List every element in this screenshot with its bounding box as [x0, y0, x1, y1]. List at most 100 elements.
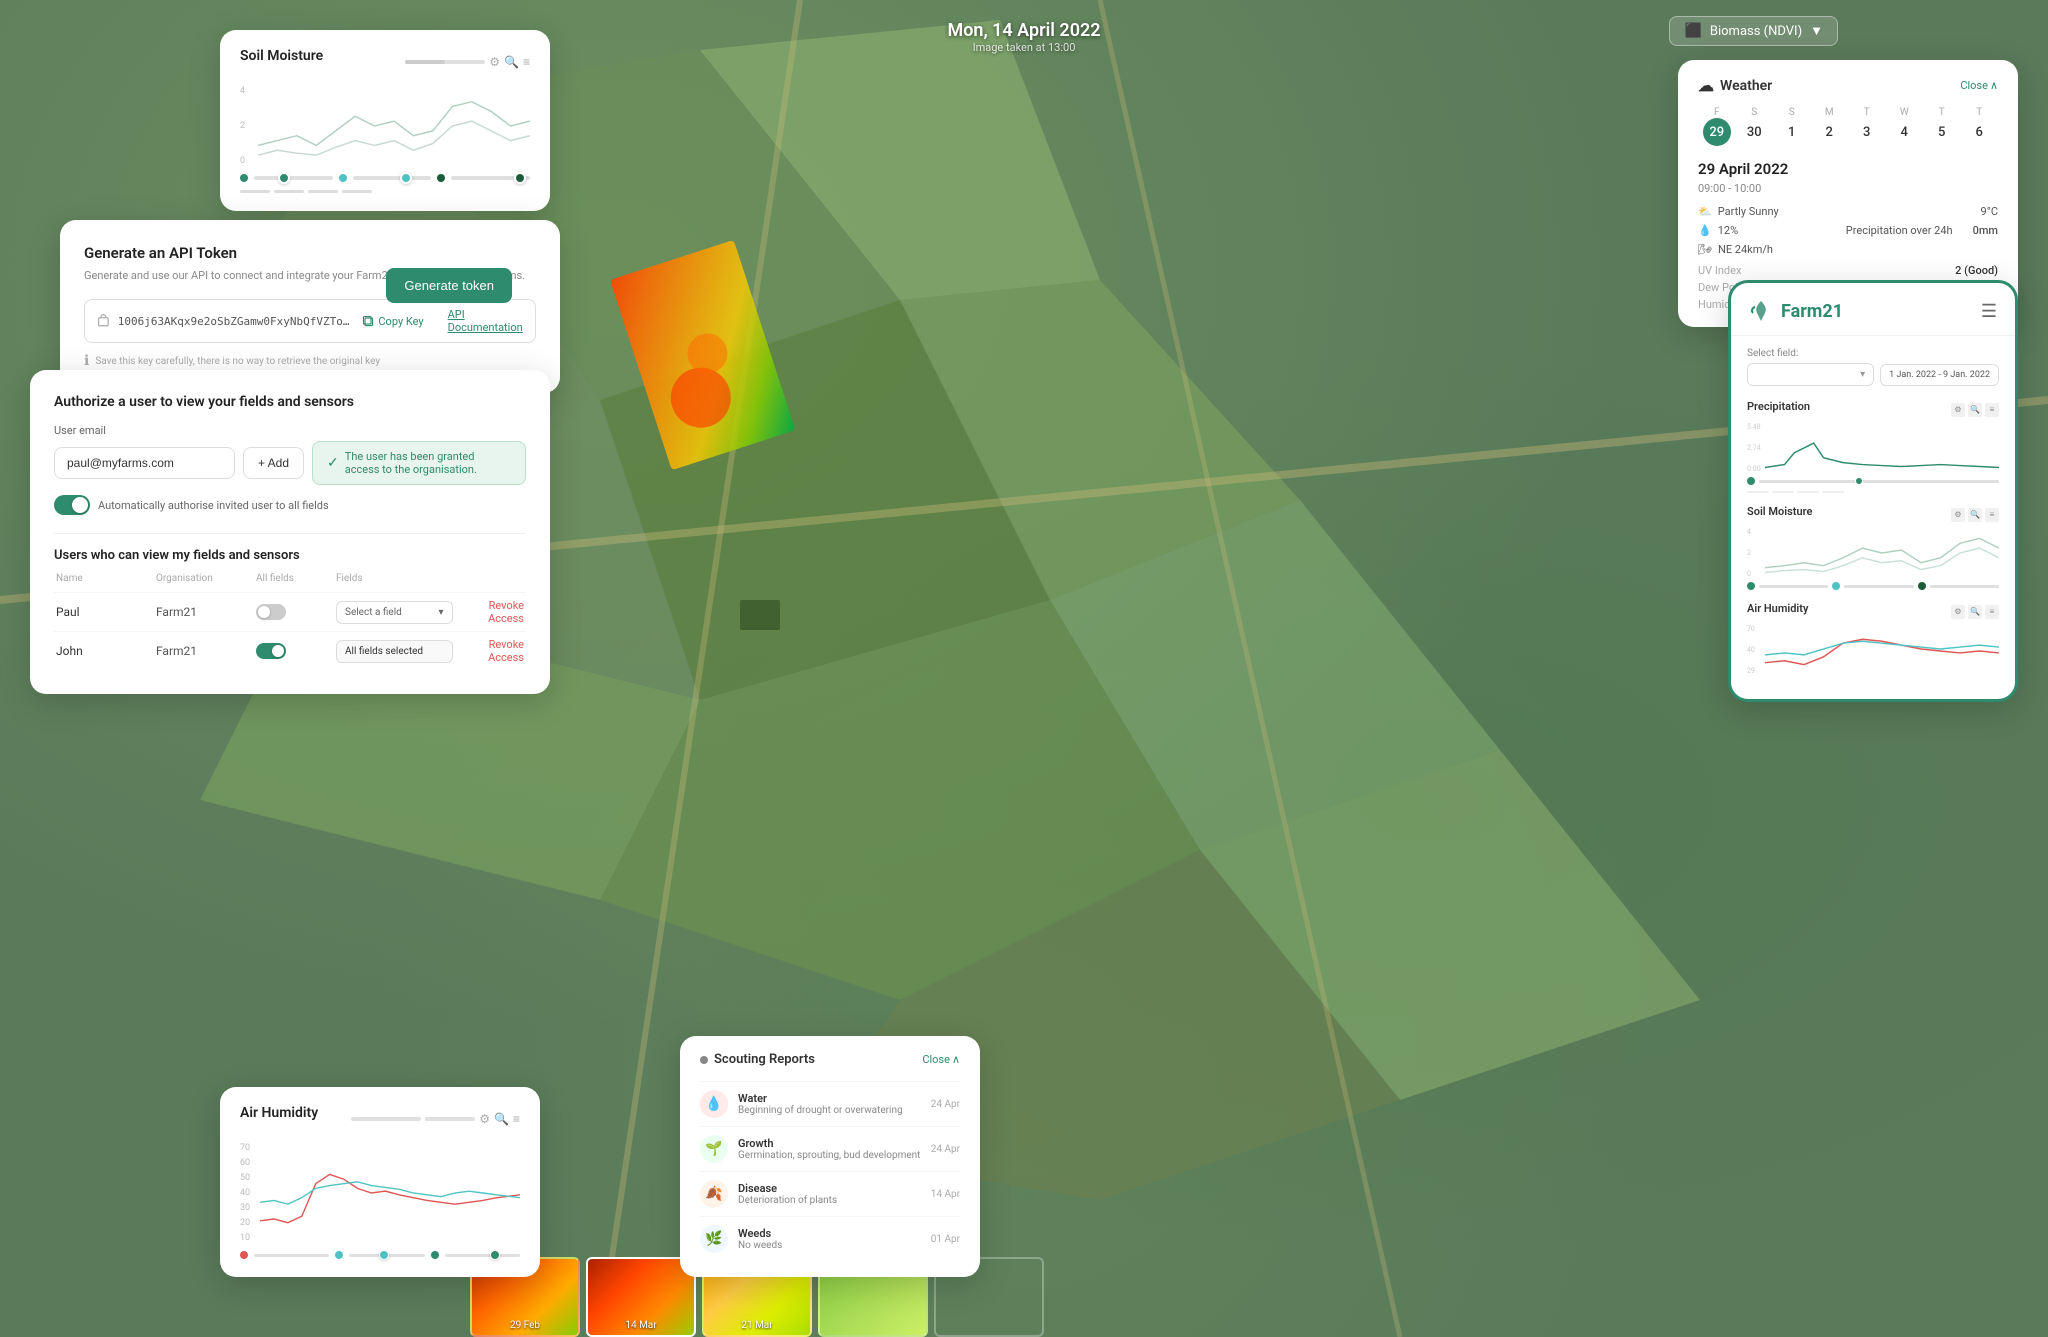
scouting-title: Scouting Reports — [700, 1052, 815, 1067]
report-growth: 🌱 Growth Germination, sprouting, bud dev… — [700, 1126, 960, 1171]
scouting-close-button[interactable]: Close ∧ — [922, 1053, 960, 1066]
weeds-type: Weeds — [738, 1227, 921, 1240]
weather-icon: ☁ — [1698, 76, 1714, 95]
user-row-paul: Paul Farm21 Select a field ▾ Revoke Acce… — [54, 592, 526, 631]
api-title: Generate an API Token — [84, 244, 536, 262]
date-5[interactable]: T5 — [1923, 107, 1961, 146]
ah-menu[interactable]: ≡ — [1985, 605, 1999, 619]
thumb-14mar[interactable]: 14 Mar — [586, 1257, 696, 1337]
paul-field-select[interactable]: Select a field ▾ — [336, 601, 453, 624]
user-name-paul: Paul — [56, 605, 156, 619]
precipitation-icons: ⚙ 🔍 ≡ — [1951, 403, 1999, 417]
weather-condition-row: ⛅ Partly Sunny 9°C — [1698, 205, 1998, 218]
ah-settings[interactable]: ⚙ — [1951, 605, 1965, 619]
col-all-fields: All fields — [256, 573, 336, 584]
weather-wind-row: 🌬 NE 24km/h — [1698, 243, 1998, 256]
weather-condition: Partly Sunny — [1718, 205, 1779, 218]
add-button[interactable]: + Add — [243, 447, 304, 479]
col-org: Organisation — [156, 573, 256, 584]
date-4[interactable]: W4 — [1886, 107, 1924, 146]
disease-info: Disease Deterioration of plants — [738, 1182, 921, 1206]
prec-menu[interactable]: ≡ — [1985, 403, 1999, 417]
precipitation-title: Precipitation — [1747, 400, 1810, 413]
humidity-chart-svg — [260, 1143, 520, 1243]
date-1[interactable]: S1 — [1773, 107, 1811, 146]
user-name-john: John — [56, 644, 156, 658]
user-org-john: Farm21 — [156, 644, 256, 658]
menu-icon[interactable]: ≡ — [523, 55, 530, 69]
growth-type: Growth — [738, 1137, 921, 1150]
date-6[interactable]: T6 — [1961, 107, 1999, 146]
search-icon[interactable]: 🔍 — [504, 55, 519, 69]
farm21-select-label: Select field: — [1747, 348, 1999, 359]
farm21-app-card: Farm21 ☰ Select field: ▾ 1 Jan. 2022 - 9… — [1728, 280, 2018, 702]
report-water: 💧 Water Beginning of drought or overwate… — [700, 1081, 960, 1126]
soil-settings[interactable]: ⚙ — [1951, 508, 1965, 522]
disease-type: Disease — [738, 1182, 921, 1195]
john-revoke-button[interactable]: Revoke Access — [453, 638, 524, 664]
farm21-body: Select field: ▾ 1 Jan. 2022 - 9 Jan. 202… — [1731, 336, 2015, 699]
john-toggle[interactable] — [256, 643, 286, 659]
prec-settings[interactable]: ⚙ — [1951, 403, 1965, 417]
humidity-search-icon[interactable]: 🔍 — [494, 1112, 509, 1126]
email-input[interactable] — [54, 447, 235, 479]
disease-desc: Deterioration of plants — [738, 1195, 921, 1206]
wind-icon: 🌬 — [1698, 243, 1712, 256]
disease-icon: 🍂 — [700, 1180, 728, 1208]
biomass-dropdown[interactable]: ⬛ Biomass (NDVI) ▼ — [1669, 16, 1838, 46]
paul-revoke-button[interactable]: Revoke Access — [453, 599, 524, 625]
ah-chart-f21 — [1765, 625, 1999, 675]
auto-authorize-toggle[interactable] — [54, 495, 90, 515]
user-org-paul: Farm21 — [156, 605, 256, 619]
date-2[interactable]: M2 — [1811, 107, 1849, 146]
soil-chart-svg — [258, 86, 530, 166]
map-date: Mon, 14 April 2022 — [947, 20, 1100, 41]
water-date: 24 Apr — [931, 1099, 960, 1110]
soil-icons: ⚙ 🔍 ≡ — [1951, 508, 1999, 522]
air-humidity-title: Air Humidity — [240, 1105, 318, 1121]
date-30[interactable]: S30 — [1736, 107, 1774, 146]
weather-time: 09:00 - 10:00 — [1698, 182, 1998, 195]
date-29[interactable]: F 29 — [1698, 107, 1736, 146]
soil-chart-area: 420 — [240, 86, 530, 166]
weeds-date: 01 Apr — [931, 1234, 960, 1245]
humidity-settings-icon[interactable]: ⚙ — [479, 1112, 490, 1126]
thumb-label-29feb: 29 Feb — [472, 1320, 578, 1331]
soil-moisture-top-card: Soil Moisture ⚙ 🔍 ≡ 420 — [220, 30, 550, 211]
precipitation-chart — [1765, 423, 1999, 473]
weather-title: ☁ Weather — [1698, 76, 1772, 95]
thumb-label-14mar: 14 Mar — [588, 1320, 694, 1331]
report-disease: 🍂 Disease Deterioration of plants 14 Apr — [700, 1171, 960, 1216]
prec-search[interactable]: 🔍 — [1968, 403, 1982, 417]
copy-key-button[interactable]: Copy Key — [362, 315, 423, 328]
humidity-menu-icon[interactable]: ≡ — [513, 1112, 520, 1126]
humidity-icon: 💧 — [1698, 224, 1712, 237]
dropdown-chevron: ▾ — [439, 607, 444, 618]
dropdown-arrow: ▼ — [1810, 23, 1823, 39]
col-name: Name — [56, 573, 156, 584]
farm21-menu-icon[interactable]: ☰ — [1981, 301, 1997, 322]
api-doc-link[interactable]: API Documentation — [448, 308, 523, 334]
generate-token-button[interactable]: Generate token — [386, 268, 512, 303]
paul-toggle[interactable] — [256, 604, 286, 620]
weeds-icon: 🌿 — [700, 1225, 728, 1253]
date-3[interactable]: T3 — [1848, 107, 1886, 146]
api-note: ℹ Save this key carefully, there is no w… — [84, 353, 536, 369]
soil-menu[interactable]: ≡ — [1985, 508, 1999, 522]
soil-search[interactable]: 🔍 — [1968, 508, 1982, 522]
farm21-precipitation-section: Precipitation ⚙ 🔍 ≡ 5.482.740.00 — [1747, 400, 1999, 493]
farm21-logo: Farm21 — [1749, 299, 1843, 323]
weather-header: ☁ Weather Close ∧ — [1698, 76, 1998, 95]
growth-desc: Germination, sprouting, bud development — [738, 1150, 921, 1161]
settings-icon[interactable]: ⚙ — [489, 55, 500, 69]
farm21-name: Farm21 — [1781, 301, 1843, 322]
ah-search[interactable]: 🔍 — [1968, 605, 1982, 619]
farm21-field-select[interactable]: ▾ — [1747, 363, 1874, 386]
farm21-logo-icon — [1749, 299, 1773, 323]
growth-date: 24 Apr — [931, 1144, 960, 1155]
token-icon — [97, 313, 110, 329]
weather-close-button[interactable]: Close ∧ — [1960, 79, 1998, 92]
water-icon: 💧 — [700, 1090, 728, 1118]
farm21-date-range: 1 Jan. 2022 - 9 Jan. 2022 — [1880, 364, 1999, 386]
uv-label: UV Index — [1698, 264, 1838, 277]
